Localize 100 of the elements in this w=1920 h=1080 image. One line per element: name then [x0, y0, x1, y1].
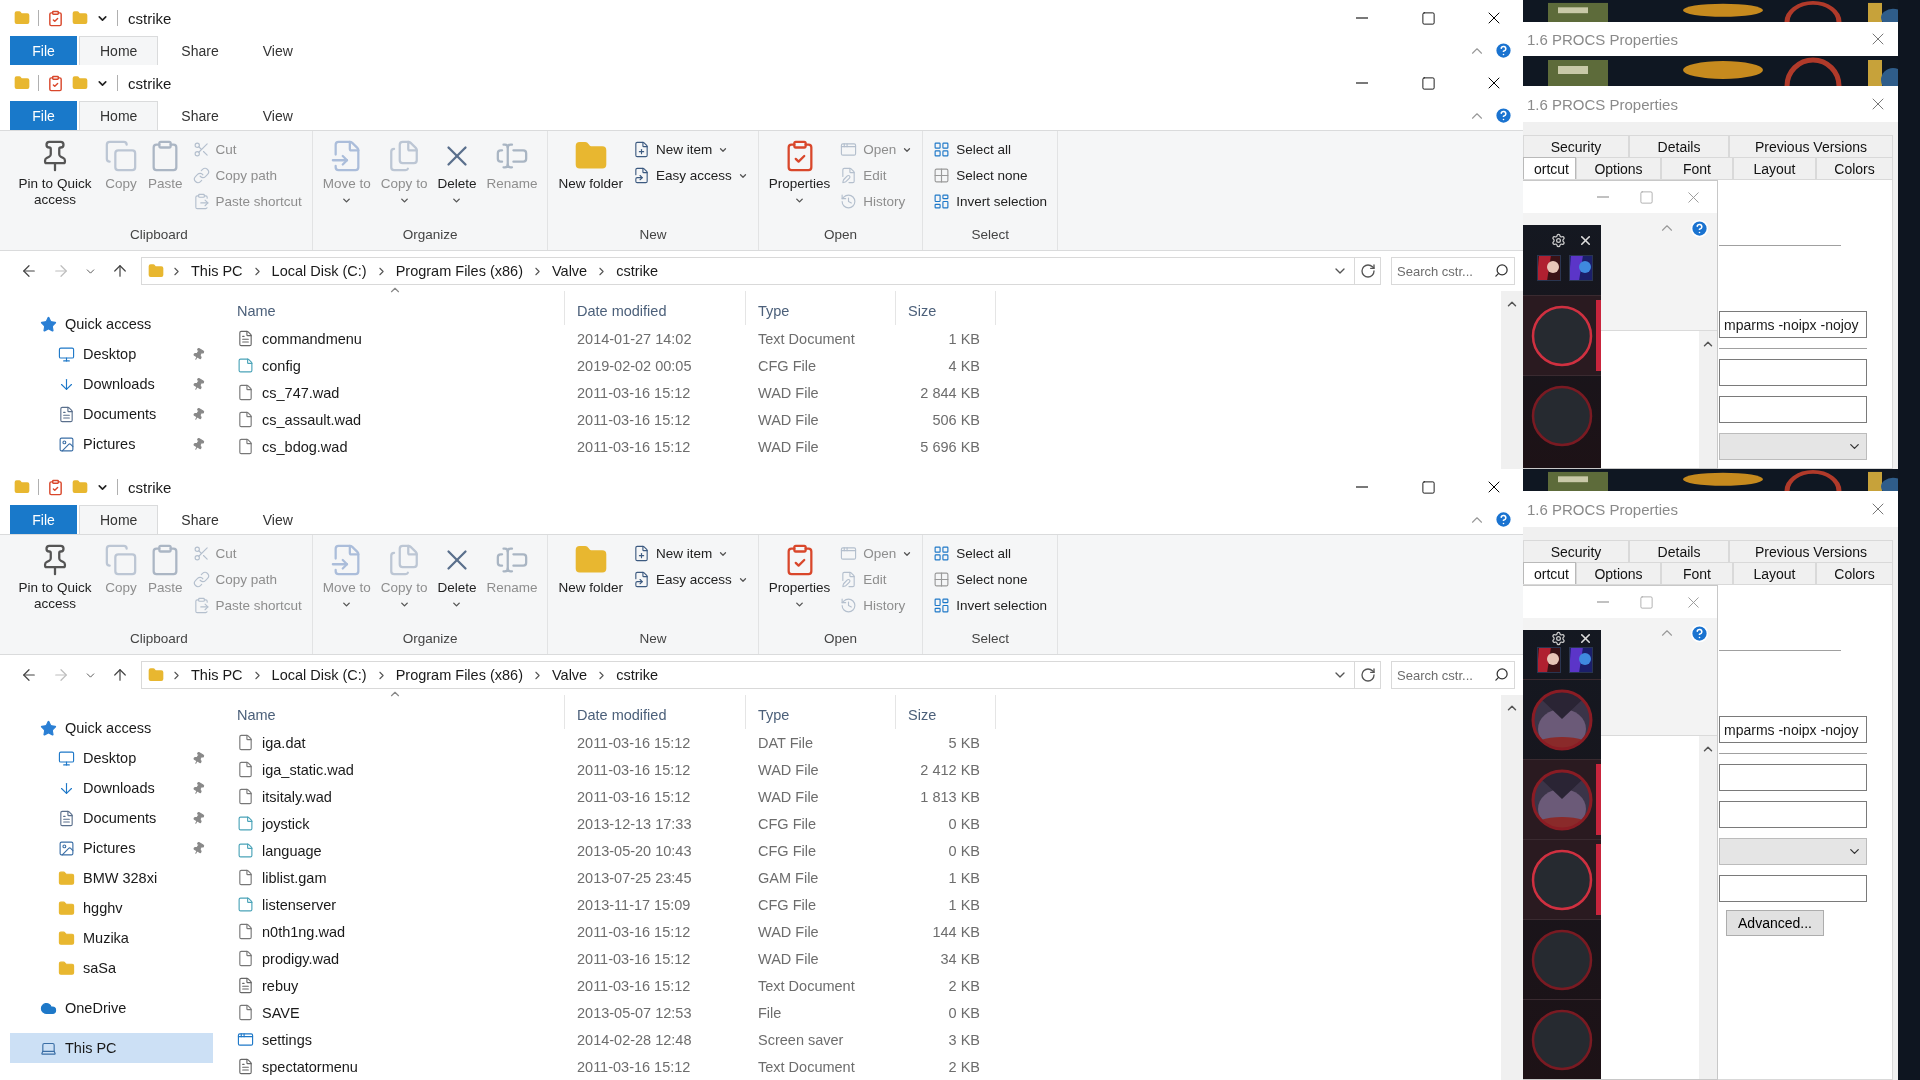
dropdown[interactable] [1719, 838, 1867, 865]
folder-icon[interactable] [72, 75, 88, 91]
dialog-tab[interactable]: Security [1523, 135, 1629, 157]
nav-item[interactable]: OneDrive [10, 993, 213, 1023]
nav-item[interactable]: Pictures [10, 429, 213, 459]
dialog-tab[interactable]: Security [1523, 540, 1629, 562]
file-name[interactable]: iga.dat [225, 734, 565, 751]
ribbon-tab[interactable]: Home [79, 36, 159, 65]
column-header[interactable]: Date modified [565, 695, 746, 729]
ribbon-button[interactable]: Properties [764, 539, 835, 614]
file-name[interactable]: SAVE [225, 1004, 565, 1021]
breadcrumb[interactable]: cstrike [614, 263, 661, 279]
dialog-tab[interactable]: Layout [1733, 562, 1816, 584]
help-icon[interactable] [1494, 510, 1513, 529]
scrollbar[interactable] [1699, 331, 1717, 468]
ribbon-button[interactable]: Pin to Quick access [12, 539, 98, 616]
file-name[interactable]: listenserver [225, 896, 565, 913]
ribbon-button[interactable]: Select all [929, 137, 1052, 162]
dialog-tab[interactable]: Font [1661, 157, 1733, 179]
search-field[interactable]: Search cstr... [1391, 661, 1515, 689]
file-name[interactable]: iga_static.wad [225, 761, 565, 778]
scrollbar[interactable] [1501, 695, 1523, 1080]
dialog-tab[interactable]: Colors [1816, 157, 1893, 179]
ribbon-button[interactable]: Select all [929, 541, 1052, 566]
ribbon-button[interactable]: Select none [929, 163, 1052, 188]
ribbon-button[interactable]: Delete [433, 539, 481, 614]
ribbon-button[interactable]: Delete [433, 135, 481, 210]
file-name[interactable]: language [225, 842, 565, 859]
file-name[interactable]: cs_bdog.wad [225, 438, 565, 455]
text-field[interactable] [1719, 359, 1867, 386]
file-name[interactable]: prodigy.wad [225, 950, 565, 967]
search-field[interactable]: Search cstr... [1391, 257, 1515, 285]
ribbon-tab[interactable]: File [10, 505, 77, 534]
breadcrumb[interactable]: Program Files (x86) [393, 263, 525, 279]
column-header[interactable]: Type [746, 291, 896, 325]
nav-item[interactable]: Documents [10, 803, 213, 833]
column-header[interactable]: Size [896, 291, 996, 325]
dialog-tab[interactable]: Options [1576, 157, 1661, 179]
column-header[interactable]: Date modified [565, 291, 746, 325]
column-header[interactable]: Type [746, 695, 896, 729]
breadcrumb[interactable]: Valve [549, 263, 590, 279]
ribbon-tab[interactable]: Share [160, 101, 240, 130]
settings-icon[interactable] [1551, 232, 1566, 248]
dropdown[interactable] [1719, 433, 1867, 460]
ribbon-button[interactable]: Invert selection [929, 593, 1052, 618]
column-header[interactable]: Name [225, 695, 565, 729]
ribbon-button[interactable]: Easy access [629, 567, 752, 592]
column-header[interactable]: Size [896, 695, 996, 729]
address-bar[interactable]: This PC Local Disk (C:) Program Files (x86) Valve cstrike [141, 257, 1381, 285]
ribbon-button[interactable]: Pin to Quick access [12, 135, 98, 212]
dialog-tab[interactable]: ortcut [1523, 562, 1576, 584]
maximize-button[interactable] [1639, 189, 1654, 205]
file-name[interactable]: n0th1ng.wad [225, 923, 565, 940]
advanced-button[interactable]: Advanced... [1726, 910, 1824, 936]
ribbon-button[interactable]: Select none [929, 567, 1052, 592]
nav-item[interactable]: saSa [10, 953, 213, 983]
nav-item[interactable]: Downloads [10, 369, 213, 399]
help-icon[interactable] [1690, 219, 1709, 238]
ribbon-button[interactable]: Easy access [629, 163, 752, 188]
ribbon-tab[interactable]: Share [160, 505, 240, 534]
ribbon-tab[interactable]: File [10, 36, 77, 65]
file-name[interactable]: itsitaly.wad [225, 788, 565, 805]
file-name[interactable]: rebuy [225, 977, 565, 994]
checklist-icon[interactable] [47, 74, 64, 92]
text-field[interactable] [1719, 801, 1867, 828]
dialog-tab[interactable]: Details [1629, 135, 1729, 157]
ribbon-tab[interactable]: Home [79, 101, 159, 130]
help-icon[interactable] [1494, 106, 1513, 125]
dialog-tab[interactable]: Font [1661, 562, 1733, 584]
nav-item[interactable]: BMW 328xi [10, 863, 213, 893]
nav-item[interactable]: Documents [10, 399, 213, 429]
ribbon-button[interactable]: New item [629, 541, 752, 566]
text-field[interactable] [1719, 875, 1867, 902]
column-header[interactable]: Name [225, 291, 565, 325]
text-field[interactable]: mparms -noipx -nojoy [1719, 311, 1867, 338]
nav-item[interactable]: Quick access [10, 713, 213, 743]
breadcrumb[interactable]: Program Files (x86) [393, 667, 525, 683]
ribbon-button[interactable]: New folder [554, 539, 627, 600]
text-field[interactable] [1719, 396, 1867, 423]
ribbon-tab[interactable]: File [10, 101, 77, 130]
nav-item[interactable]: Desktop [10, 339, 213, 369]
nav-item[interactable]: hgghv [10, 893, 213, 923]
folder-icon[interactable] [72, 10, 88, 26]
dialog-tab[interactable]: Options [1576, 562, 1661, 584]
ribbon-tab[interactable]: Share [160, 36, 240, 65]
dialog-tab[interactable]: Details [1629, 540, 1729, 562]
text-field[interactable]: mparms -noipx -nojoy [1719, 716, 1867, 743]
ribbon-tab[interactable]: View [241, 505, 314, 534]
nav-item[interactable]: Downloads [10, 773, 213, 803]
file-name[interactable]: commandmenu [225, 330, 565, 347]
dialog-tab[interactable]: Layout [1733, 157, 1816, 179]
file-name[interactable]: cs_747.wad [225, 384, 565, 401]
breadcrumb[interactable]: This PC [189, 263, 245, 279]
file-name[interactable]: config [225, 357, 565, 374]
dialog-tab[interactable]: Colors [1816, 562, 1893, 584]
ribbon-tab[interactable]: Home [79, 505, 159, 534]
breadcrumb[interactable]: Valve [549, 667, 590, 683]
help-icon[interactable] [1690, 624, 1709, 643]
breadcrumb[interactable]: cstrike [614, 667, 661, 683]
file-name[interactable]: liblist.gam [225, 869, 565, 886]
